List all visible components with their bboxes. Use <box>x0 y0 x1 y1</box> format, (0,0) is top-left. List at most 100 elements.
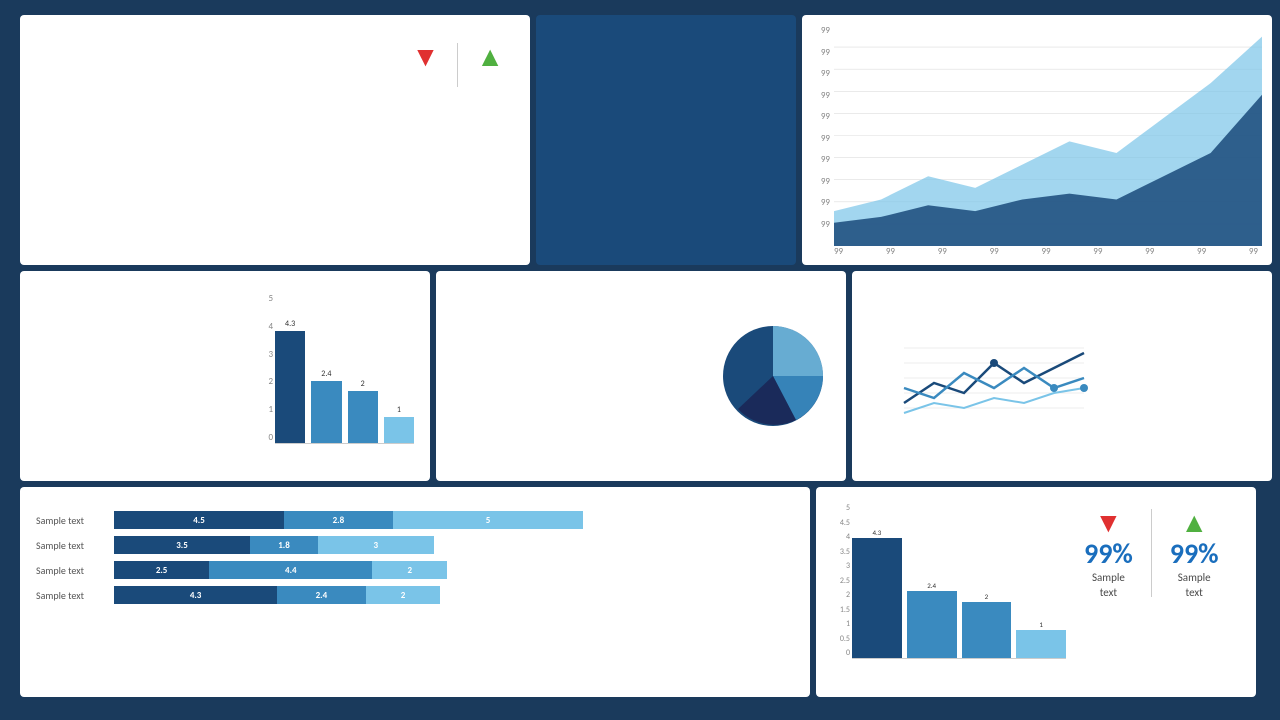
bar33-y-15: 1.5 <box>828 605 850 615</box>
hbar-segs-4: 4.3 2.4 2 <box>114 586 794 604</box>
bar33-y-05: 0.5 <box>828 634 850 644</box>
y-label-8: 99 <box>810 47 830 58</box>
bar33-y-2: 2 <box>828 590 850 600</box>
hbar-seg1-1: 4.5 <box>114 511 284 529</box>
y-label-3: 99 <box>810 154 830 165</box>
x-label-5: 99 <box>1093 246 1102 257</box>
hbar-seg2-1: 2.8 <box>284 511 393 529</box>
hbar-seg3-3: 2 <box>372 561 447 579</box>
hbar-chart: Sample text 4.5 2.8 5 Sample text 3.5 1.… <box>36 511 794 604</box>
hbar-label-3: Sample text <box>36 564 108 577</box>
bar-y-2: 2 <box>259 376 273 387</box>
y-label-4: 99 <box>810 133 830 144</box>
bar2-label: 2.4 <box>321 369 331 379</box>
hbar-seg1-3: 2.5 <box>114 561 209 579</box>
x-label-6: 99 <box>1145 246 1154 257</box>
row3-right: 0 0.5 1 1.5 2 2.5 3 3.5 4 4.5 5 <box>816 487 1256 697</box>
hbar-seg2-2: 1.8 <box>250 536 318 554</box>
bar-y-3: 3 <box>259 349 273 360</box>
bar3 <box>348 391 378 443</box>
bar33-1 <box>852 538 902 658</box>
dashboard: ▼ ▲ <box>20 15 1260 705</box>
card33-arrow-up-val: 99% <box>1170 540 1219 568</box>
card33-arrow-down-val: 99% <box>1084 540 1133 568</box>
arrow-block-up: ▲ <box>466 39 514 91</box>
card33-arrow-down-label: Sampletext <box>1092 570 1125 601</box>
bar4 <box>384 417 414 443</box>
bar-y-1: 1 <box>259 404 273 415</box>
y-label-6: 99 <box>810 90 830 101</box>
bar33-y-1: 1 <box>828 619 850 629</box>
x-label-7: 99 <box>1197 246 1206 257</box>
card-hbar-chart: Sample text 4.5 2.8 5 Sample text 3.5 1.… <box>20 487 810 697</box>
bar33-y-45: 4.5 <box>828 518 850 528</box>
bar-y-5: 5 <box>259 293 273 304</box>
row2: 0 1 2 3 4 5 4.3 <box>20 271 1272 481</box>
y-label-0: 99 <box>810 219 830 230</box>
bar-y-4: 4 <box>259 321 273 332</box>
x-label-0: 99 <box>834 246 843 257</box>
bar1 <box>275 331 305 443</box>
hbar-seg3-4: 2 <box>366 586 441 604</box>
hbar-segs-2: 3.5 1.8 3 <box>114 536 794 554</box>
card33-arrow-up: ▲ 99% Sampletext <box>1160 505 1229 601</box>
bar1-label: 4.3 <box>285 319 295 329</box>
bar33-4-label: 1 <box>1039 620 1043 629</box>
y-label-9: 99 <box>810 25 830 36</box>
area-chart-svg <box>834 25 1262 246</box>
hbar-segs-3: 2.5 4.4 2 <box>114 561 794 579</box>
bar33-y-5: 5 <box>828 503 850 513</box>
bar33-2-label: 2.4 <box>927 581 936 590</box>
card33-divider <box>1151 509 1152 597</box>
card33-barchart: 0 0.5 1 1.5 2 2.5 3 3.5 4 4.5 5 <box>828 499 1066 685</box>
card33-arrow-down-icon: ▼ <box>1095 505 1123 540</box>
bar4-label: 1 <box>397 405 401 415</box>
card-line-chart <box>852 271 1272 481</box>
bar33-y-4: 4 <box>828 532 850 542</box>
bar33-1-label: 4.3 <box>872 528 881 537</box>
y-label-5: 99 <box>810 111 830 122</box>
x-label-8: 99 <box>1249 246 1258 257</box>
card33-arrow-up-icon: ▲ <box>1180 505 1208 540</box>
arrow-down-icon: ▼ <box>412 39 440 74</box>
hbar-row-3: Sample text 2.5 4.4 2 <box>36 561 794 579</box>
card33-arrow-down: ▼ 99% Sampletext <box>1074 505 1143 601</box>
bar33-y-25: 2.5 <box>828 576 850 586</box>
card-bar-chart: 0 1 2 3 4 5 4.3 <box>20 271 430 481</box>
row3: Sample text 4.5 2.8 5 Sample text 3.5 1.… <box>20 487 1272 697</box>
hbar-row-4: Sample text 4.3 2.4 2 <box>36 586 794 604</box>
y-label-2: 99 <box>810 176 830 187</box>
bar2 <box>311 381 341 443</box>
bar-y-0: 0 <box>259 432 273 443</box>
card33-right: ▼ 99% Sampletext ▲ 99% Sampletext <box>1074 499 1244 685</box>
hbar-seg2-4: 2.4 <box>277 586 365 604</box>
x-label-2: 99 <box>938 246 947 257</box>
bar3-label: 2 <box>361 379 365 389</box>
arrow-up-icon: ▲ <box>476 39 504 74</box>
bar33-y-0: 0 <box>828 648 850 658</box>
hbar-label-2: Sample text <box>36 539 108 552</box>
divider <box>457 43 458 87</box>
hbar-seg1-2: 3.5 <box>114 536 250 554</box>
line-chart-svg <box>868 333 1120 423</box>
hbar-row-1: Sample text 4.5 2.8 5 <box>36 511 794 529</box>
card-sample-dark <box>536 15 796 265</box>
card-row3-right: 0 0.5 1 1.5 2 2.5 3 3.5 4 4.5 5 <box>816 487 1256 697</box>
pie-chart-svg <box>718 321 828 431</box>
hbar-segs-1: 4.5 2.8 5 <box>114 511 794 529</box>
y-label-7: 99 <box>810 68 830 79</box>
bar33-4 <box>1016 630 1066 658</box>
hbar-label-1: Sample text <box>36 514 108 527</box>
card-area-chart: 99 99 99 99 99 99 99 99 99 99 <box>802 15 1272 265</box>
card-pie-chart <box>436 271 846 481</box>
hbar-seg2-3: 4.4 <box>209 561 372 579</box>
card-kpi-main: ▼ ▲ <box>20 15 530 265</box>
y-label-1: 99 <box>810 197 830 208</box>
hbar-seg3-2: 3 <box>318 536 434 554</box>
card33-arrow-up-label: Sampletext <box>1178 570 1211 601</box>
x-label-1: 99 <box>886 246 895 257</box>
hbar-seg3-1: 5 <box>393 511 583 529</box>
x-label-3: 99 <box>990 246 999 257</box>
bar33-y-3: 3 <box>828 561 850 571</box>
hbar-seg1-4: 4.3 <box>114 586 277 604</box>
